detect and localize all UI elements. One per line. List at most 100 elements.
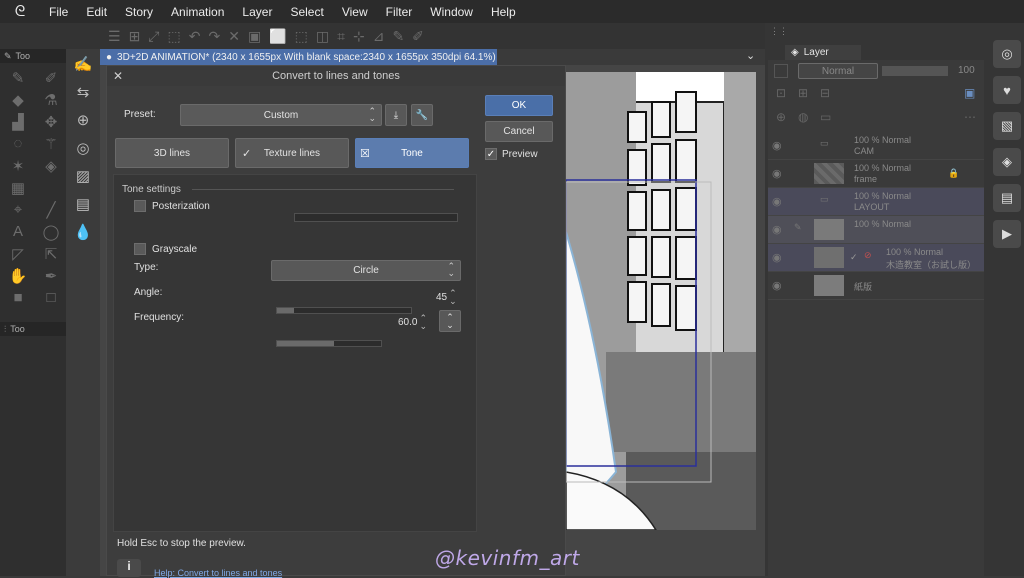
clear-icon[interactable]: ✕	[228, 28, 240, 45]
color-picker-icon[interactable]: ✒	[36, 267, 66, 285]
app-logo-icon[interactable]: ᘓ	[0, 3, 40, 20]
frame-icon[interactable]: ◸	[3, 245, 33, 263]
menu-animation[interactable]: Animation	[162, 5, 233, 19]
menu-view[interactable]: View	[333, 5, 377, 19]
expand-icon[interactable]: ⤢	[148, 28, 159, 45]
layer-lock-transparent-icon[interactable]	[774, 64, 788, 78]
frequency-slider[interactable]	[276, 340, 382, 347]
menu-select[interactable]: Select	[281, 5, 332, 19]
spin-updown-icon[interactable]: ⌃ ⌄	[419, 314, 427, 331]
navigator-icon[interactable]: ◎	[993, 40, 1021, 68]
timeline-icon[interactable]: ▶	[993, 220, 1021, 248]
panel-drag-handle[interactable]: ⋮⋮	[770, 26, 788, 37]
dialog-titlebar[interactable]: ✕ Convert to lines and tones	[107, 66, 565, 86]
new-vector-icon[interactable]: ◍	[798, 110, 808, 124]
layer-row-selected[interactable]: ◉ ✎ 100 % Normal	[768, 216, 984, 244]
help-link[interactable]: Help: Convert to lines and tones	[154, 568, 282, 578]
eye-icon[interactable]: ◉	[772, 279, 782, 292]
layer-ref-icon[interactable]: ⊞	[798, 86, 808, 100]
menu-layer[interactable]: Layer	[233, 5, 281, 19]
redo-icon[interactable]: ↷	[208, 28, 220, 45]
pen-icon[interactable]: ✎	[392, 28, 404, 45]
tab-3d-lines[interactable]: 3D lines	[115, 138, 229, 168]
menu-window[interactable]: Window	[421, 5, 482, 19]
posterization-checkbox[interactable]	[134, 200, 146, 212]
grayscale-option[interactable]: Grayscale	[134, 243, 197, 255]
menu-icon[interactable]: ☰	[108, 28, 121, 45]
target-icon[interactable]: ◎	[76, 139, 89, 157]
select-all-icon[interactable]: ⬜	[269, 28, 286, 45]
gradient-icon[interactable]: ▦	[3, 179, 33, 197]
sub-color-icon[interactable]: □	[36, 289, 66, 306]
opacity-slider[interactable]	[882, 66, 948, 76]
frequency-step-button[interactable]: ⌃ ⌄	[439, 310, 461, 332]
deselect-icon[interactable]: ⬚	[295, 28, 308, 45]
layers-icon[interactable]: ▨	[76, 167, 90, 185]
document-tab[interactable]: ● 3D+2D ANIMATION* (2340 x 1655px With b…	[100, 49, 497, 65]
invert-icon[interactable]: ◫	[316, 28, 329, 45]
grayscale-checkbox[interactable]	[134, 243, 146, 255]
tool-panel-tab[interactable]: ✎ Too	[0, 49, 66, 63]
blend-mode-select[interactable]: Normal	[798, 63, 878, 79]
grid-icon[interactable]: ⊞	[129, 28, 141, 45]
layer-lock-icon[interactable]: ⊟	[820, 86, 830, 100]
ruler-icon[interactable]: ⊿	[373, 28, 385, 45]
layer-row[interactable]: ◉ ✓ ⊘ 100 % Normal 木造教室（お試し版）	[768, 244, 984, 272]
fill-icon[interactable]: ▟	[3, 113, 33, 131]
eye-icon[interactable]: ◉	[772, 167, 782, 180]
snap-icon[interactable]: ⊹	[353, 28, 365, 45]
lock-icon[interactable]: 🔒	[948, 168, 959, 179]
type-select[interactable]: Circle ⌃ ⌄	[271, 260, 461, 281]
balloon-icon[interactable]: ◯	[36, 223, 66, 241]
bucket-icon[interactable]: ◈	[36, 157, 66, 175]
preview-checkbox[interactable]: ✓	[485, 148, 497, 160]
magic-wand-icon[interactable]: ⚚	[36, 135, 66, 153]
eye-icon[interactable]: ◉	[772, 139, 782, 152]
layers-icon[interactable]: ◈	[993, 148, 1021, 176]
line-icon[interactable]: ╱	[36, 201, 66, 219]
text-icon[interactable]: A	[3, 223, 33, 241]
posterization-slider[interactable]	[294, 213, 458, 222]
layer-property-icon[interactable]: ▤	[993, 184, 1021, 212]
preset-settings-button[interactable]: 🔧	[411, 104, 433, 126]
menu-file[interactable]: File	[40, 5, 77, 19]
3d-material-icon[interactable]: ▧	[993, 112, 1021, 140]
tab-tone[interactable]: ☒ Tone	[355, 138, 469, 168]
move-icon[interactable]: ✥	[36, 113, 66, 131]
chevron-down-icon[interactable]: ⌄	[746, 49, 755, 62]
new-folder-icon[interactable]: ▭	[820, 110, 831, 124]
sub-tool-panel-tab[interactable]: ⫶ Too	[0, 322, 66, 336]
fill-icon[interactable]: ▣	[248, 28, 261, 45]
tab-texture-lines[interactable]: ✓ Texture lines	[235, 138, 349, 168]
preset-select[interactable]: Custom ⌃ ⌄	[180, 104, 382, 126]
cancel-button[interactable]: Cancel	[485, 121, 553, 142]
drop-icon[interactable]: 💧	[74, 223, 93, 241]
layer-row[interactable]: ◉ 紙版	[768, 272, 984, 300]
menu-help[interactable]: Help	[482, 5, 525, 19]
crop-icon[interactable]: ⌗	[337, 28, 345, 45]
brush-icon[interactable]: ✐	[412, 28, 424, 45]
layer-panel-tab[interactable]: ◈ Layer	[785, 45, 861, 60]
frequency-field[interactable]: 60.0 ⌃ ⌄	[398, 314, 427, 331]
manga-canvas[interactable]	[566, 72, 756, 530]
transform-icon[interactable]: ⬚	[168, 28, 181, 45]
preview-option[interactable]: ✓ Preview	[485, 148, 538, 160]
save-preset-button[interactable]: ⤓	[385, 104, 407, 126]
eraser-icon[interactable]: ◆	[3, 91, 33, 109]
layer-row[interactable]: ◉ ▭ 100 % Normal CAM	[768, 132, 984, 160]
eyedropper-icon[interactable]: ⚗	[36, 91, 66, 109]
angle-slider[interactable]	[276, 307, 412, 314]
shapes-icon[interactable]: ⊕	[77, 111, 90, 129]
menu-edit[interactable]: Edit	[77, 5, 116, 19]
new-layer-icon[interactable]: ⊕	[776, 110, 786, 124]
layer-color-icon[interactable]: ▣	[964, 86, 975, 100]
eye-icon[interactable]: ◉	[772, 223, 782, 236]
posterization-option[interactable]: Posterization	[134, 200, 210, 212]
opacity-value[interactable]: 100	[958, 65, 975, 76]
undo-icon[interactable]: ↶	[189, 28, 201, 45]
operation-icon[interactable]: ⌖	[3, 201, 33, 219]
spin-updown-icon[interactable]: ⌃ ⌄	[449, 289, 457, 306]
lasso-icon[interactable]: ◌	[3, 135, 33, 153]
menu-filter[interactable]: Filter	[377, 5, 422, 19]
color-history-icon[interactable]: ♥	[993, 76, 1021, 104]
